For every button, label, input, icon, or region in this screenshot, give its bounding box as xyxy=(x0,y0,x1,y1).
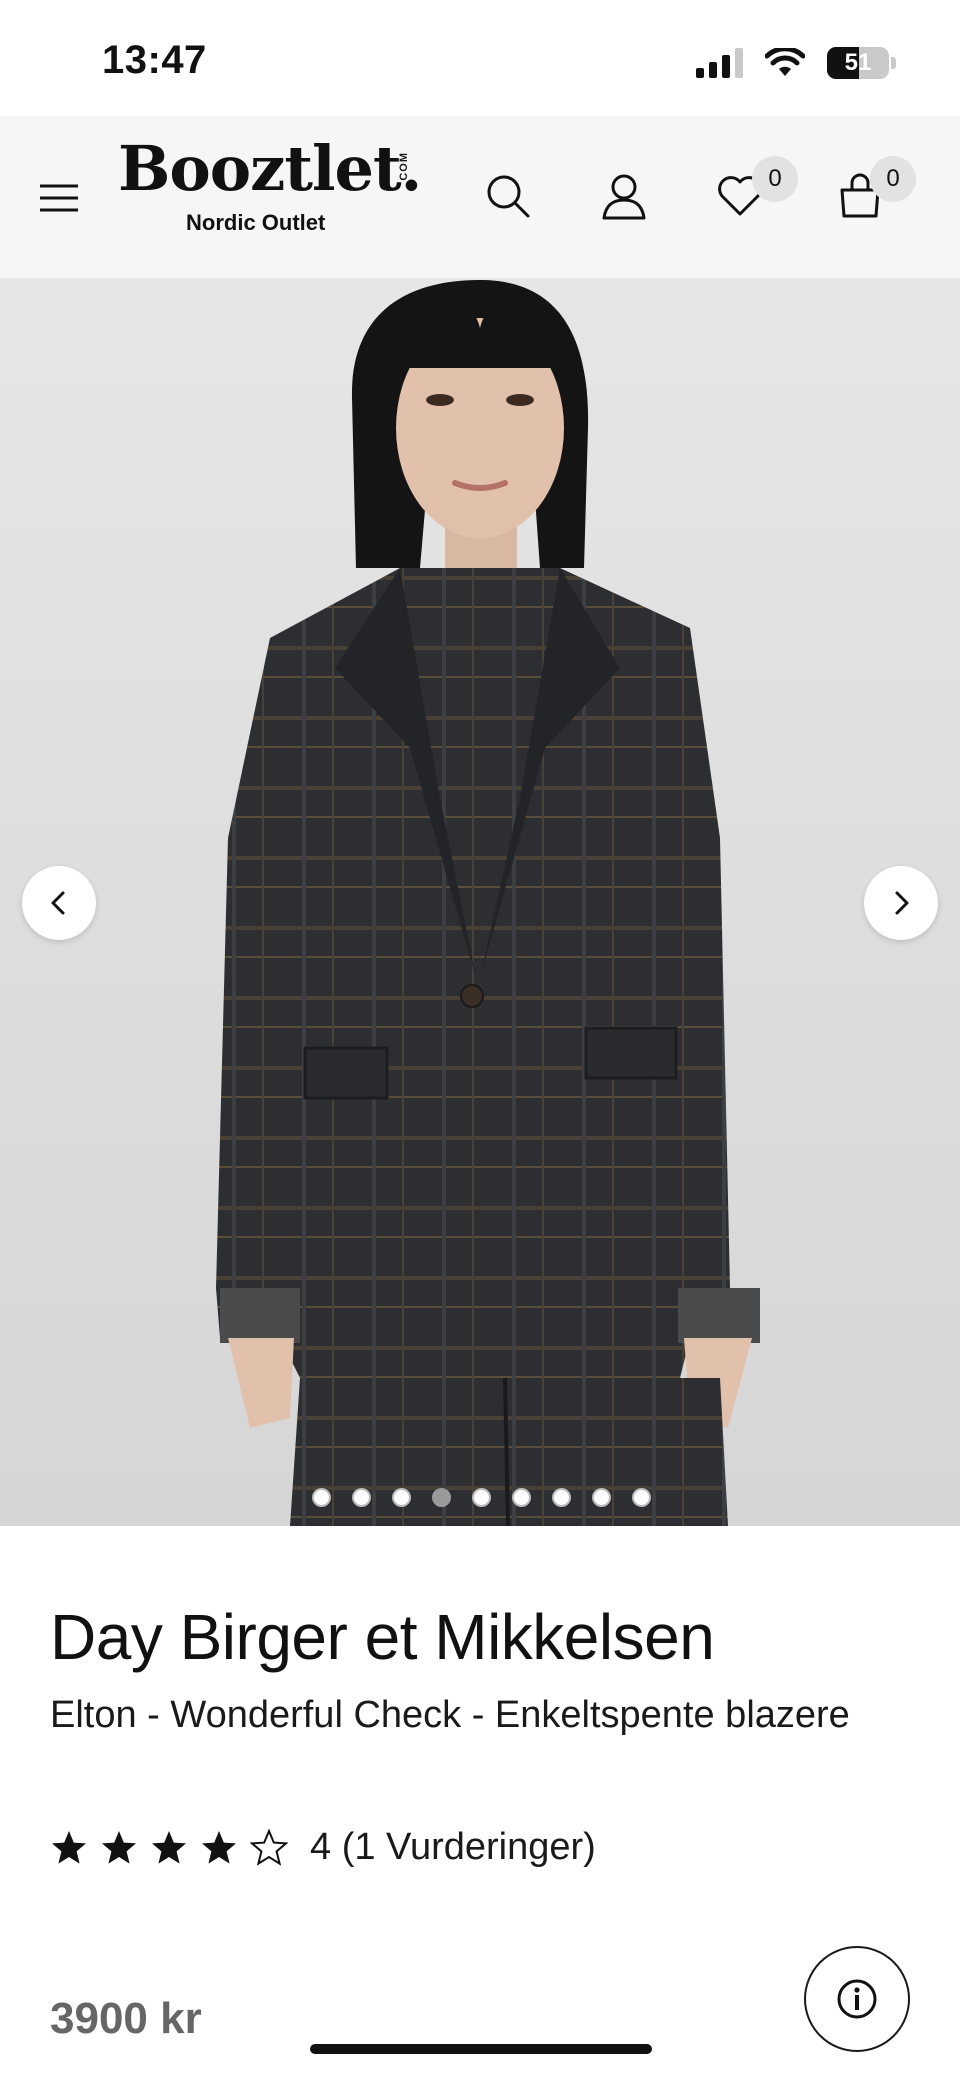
status-icons: 51 xyxy=(696,44,896,82)
star-filled-icon xyxy=(52,1830,86,1864)
product-photo xyxy=(216,280,760,1526)
star-filled-icon xyxy=(102,1830,136,1864)
product-price: 3900 kr xyxy=(50,1994,202,2043)
star-filled-icon xyxy=(202,1830,236,1864)
product-image[interactable] xyxy=(0,278,960,1526)
status-bar: 13:47 51 xyxy=(0,0,960,116)
star-empty-icon xyxy=(250,1828,288,1866)
carousel-dot[interactable] xyxy=(592,1488,611,1507)
rating-stars xyxy=(50,1828,288,1867)
signal-icon xyxy=(696,48,743,78)
cart-count-badge: 0 xyxy=(870,156,916,202)
carousel-dot[interactable] xyxy=(312,1488,331,1507)
logo-subtitle: Nordic Outlet xyxy=(186,210,326,235)
chevron-left-icon xyxy=(51,891,65,915)
product-brand[interactable]: Day Birger et Mikkelsen xyxy=(50,1600,715,1674)
user-icon[interactable] xyxy=(598,170,650,222)
carousel-dot[interactable] xyxy=(472,1488,491,1507)
battery-level: 51 xyxy=(844,49,872,76)
carousel-next-button[interactable] xyxy=(864,866,938,940)
star-filled-icon xyxy=(152,1830,186,1864)
status-time: 13:47 xyxy=(102,38,207,82)
product-name: Elton - Wonderful Check - Enkeltspente b… xyxy=(50,1694,850,1736)
carousel-dot[interactable] xyxy=(352,1488,371,1507)
carousel-dot[interactable] xyxy=(432,1488,451,1507)
carousel-indicators xyxy=(312,1488,651,1507)
wishlist-count-badge: 0 xyxy=(752,156,798,202)
product-rating[interactable]: 4 (1 Vurderinger) xyxy=(50,1826,596,1869)
carousel-dot[interactable] xyxy=(392,1488,411,1507)
home-indicator xyxy=(310,2044,652,2054)
info-button[interactable] xyxy=(804,1946,910,2052)
logo-wordmark: Booztlet. xyxy=(118,132,422,205)
chevron-right-icon xyxy=(895,891,909,915)
carousel-dot[interactable] xyxy=(512,1488,531,1507)
carousel-dot[interactable] xyxy=(632,1488,651,1507)
menu-icon[interactable] xyxy=(38,180,80,216)
battery-icon: 51 xyxy=(827,47,889,79)
search-icon[interactable] xyxy=(482,170,534,222)
wifi-icon xyxy=(765,48,805,76)
logo-com: COM xyxy=(398,152,410,181)
rating-text: 4 (1 Vurderinger) xyxy=(310,1826,596,1868)
logo[interactable]: Booztlet. COM Nordic Outlet xyxy=(118,132,422,248)
carousel-prev-button[interactable] xyxy=(22,866,96,940)
info-icon xyxy=(837,1979,877,2019)
carousel-dot[interactable] xyxy=(552,1488,571,1507)
